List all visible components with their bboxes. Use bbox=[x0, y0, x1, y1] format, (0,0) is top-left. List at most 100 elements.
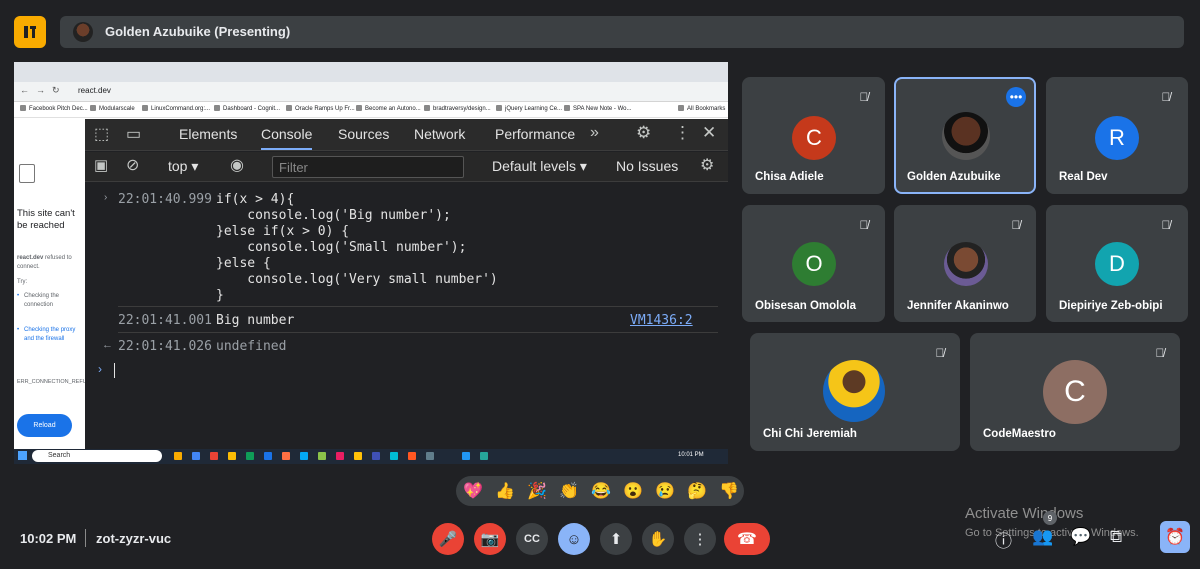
participant-name: Diepiriye Zeb-obipi bbox=[1059, 300, 1163, 312]
reaction-thumbs-up[interactable]: 👍 bbox=[495, 481, 515, 501]
captions-button[interactable]: CC bbox=[516, 523, 548, 555]
inspect-icon[interactable]: ⬚ bbox=[94, 124, 109, 144]
participant-name: Golden Azubuike bbox=[907, 171, 1001, 183]
reaction-surprised[interactable]: 😮 bbox=[623, 481, 643, 501]
participant-name: Chisa Adiele bbox=[755, 171, 824, 183]
issues-button[interactable]: No Issues bbox=[616, 158, 678, 174]
tab-network[interactable]: Network bbox=[414, 126, 465, 142]
bookmark-item: All Bookmarks bbox=[678, 105, 725, 112]
console-divider bbox=[118, 332, 718, 333]
meeting-code: zot-zyzr-vuc bbox=[96, 531, 172, 546]
tab-console[interactable]: Console bbox=[261, 126, 313, 150]
eye-icon[interactable]: ◉ bbox=[230, 155, 244, 175]
context-select[interactable]: top ▾ bbox=[168, 158, 198, 175]
participant-name: Real Dev bbox=[1059, 171, 1108, 183]
taskbar-app-icon bbox=[318, 452, 326, 460]
error-title: This site can't be reached bbox=[17, 208, 75, 231]
more-options-button[interactable]: ⋮ bbox=[684, 523, 716, 555]
activities-icon[interactable]: ⧉ bbox=[1110, 527, 1122, 547]
bookmark-item: Facebook Pitch Dec... bbox=[20, 105, 88, 112]
taskbar-clock: 10:01 PM bbox=[678, 452, 704, 458]
reaction-clapping[interactable]: 👏 bbox=[559, 481, 579, 501]
host-controls-icon[interactable]: ⏰ bbox=[1160, 521, 1190, 553]
taskbar-app-icon bbox=[336, 452, 344, 460]
console-settings-icon[interactable]: ⚙ bbox=[700, 155, 714, 175]
avatar bbox=[942, 112, 990, 160]
error-suggestion: Checking the connection bbox=[17, 292, 80, 309]
reaction-thinking[interactable]: 🤔 bbox=[687, 481, 707, 501]
avatar bbox=[944, 242, 988, 286]
code-line: }else { bbox=[216, 256, 271, 271]
participant-name: CodeMaestro bbox=[983, 428, 1056, 440]
tab-elements[interactable]: Elements bbox=[179, 126, 237, 142]
taskbar-app-icon bbox=[300, 452, 308, 460]
taskbar-app-icon bbox=[372, 452, 380, 460]
taskbar-app-icon bbox=[426, 452, 434, 460]
device-toolbar-icon[interactable]: ▭ bbox=[126, 124, 141, 144]
code-line: console.log('Very small number') bbox=[216, 272, 498, 287]
reactions-button[interactable]: ☺ bbox=[558, 523, 590, 555]
gear-icon[interactable]: ⚙ bbox=[636, 123, 651, 143]
tab-sources[interactable]: Sources bbox=[338, 126, 389, 142]
bookmark-item: jQuery Learning Ce... bbox=[496, 105, 562, 112]
console-timestamp: 22:01:41.001 bbox=[118, 313, 212, 328]
console-timestamp: 22:01:41.026 bbox=[118, 339, 212, 354]
avatar bbox=[823, 360, 885, 422]
kebab-menu-icon[interactable]: ⋮ bbox=[674, 123, 691, 143]
people-count-badge: 9 bbox=[1043, 511, 1057, 525]
taskbar-app-icon bbox=[282, 452, 290, 460]
log-levels-value: Default levels bbox=[492, 158, 577, 174]
windows-start-icon bbox=[18, 451, 27, 460]
mic-off-icon: 🎙̸ bbox=[1161, 90, 1171, 104]
reaction-thumbs-down[interactable]: 👎 bbox=[719, 481, 739, 501]
reaction-laughing[interactable]: 😂 bbox=[591, 481, 611, 501]
meet-logo-icon bbox=[14, 16, 46, 48]
more-options-icon[interactable]: ••• bbox=[1006, 87, 1026, 107]
tab-performance[interactable]: Performance bbox=[495, 126, 575, 142]
code-line: if(x > 4){ bbox=[216, 192, 295, 207]
taskbar-app-icon bbox=[408, 452, 416, 460]
participant-name: Chi Chi Jeremiah bbox=[763, 428, 857, 440]
reaction-crying[interactable]: 😢 bbox=[655, 481, 675, 501]
avatar: R bbox=[1095, 116, 1139, 160]
taskbar-app-icon bbox=[174, 452, 182, 460]
reaction-party-popper[interactable]: 🎉 bbox=[527, 481, 547, 501]
avatar: O bbox=[792, 242, 836, 286]
people-icon[interactable]: 👥 bbox=[1032, 527, 1053, 547]
taskbar-app-icon bbox=[480, 452, 488, 460]
close-icon[interactable]: ✕ bbox=[702, 123, 716, 143]
avatar: D bbox=[1095, 242, 1139, 286]
more-tabs-icon[interactable]: » bbox=[590, 124, 599, 142]
camera-toggle-button[interactable]: 📷 bbox=[474, 523, 506, 555]
presenter-name: Golden Azubuike (Presenting) bbox=[105, 24, 291, 39]
raise-hand-button[interactable]: ✋ bbox=[642, 523, 674, 555]
mic-off-icon: 🎙̸ bbox=[935, 346, 945, 360]
filter-input[interactable]: Filter bbox=[272, 156, 464, 178]
bookmark-item: LinuxCommand.org:... bbox=[142, 105, 210, 112]
clear-console-icon[interactable]: ⊘ bbox=[126, 155, 139, 175]
return-value: undefined bbox=[216, 339, 287, 354]
mic-off-icon: 🎙̸ bbox=[1011, 218, 1021, 232]
browser-url: react.dev bbox=[78, 86, 111, 95]
reaction-sparkling-heart[interactable]: 💖 bbox=[463, 481, 483, 501]
error-suggestion-link[interactable]: Checking the proxy and the firewall bbox=[17, 326, 80, 343]
taskbar-app-icon bbox=[264, 452, 272, 460]
leave-call-button[interactable]: ☎ bbox=[724, 523, 770, 555]
participant-name: Obisesan Omololа bbox=[755, 300, 856, 312]
reload-button[interactable]: Reload bbox=[17, 414, 72, 437]
present-screen-button[interactable]: ⬆ bbox=[600, 523, 632, 555]
meeting-info-icon[interactable]: ⓘ bbox=[995, 527, 1012, 552]
bookmark-item: Become an Autono... bbox=[356, 105, 421, 112]
sidebar-toggle-icon[interactable]: ▣ bbox=[94, 156, 108, 174]
error-code: ERR_CONNECTION_REFUSED bbox=[17, 379, 98, 385]
error-try: Try: bbox=[17, 279, 28, 285]
avatar: C bbox=[792, 116, 836, 160]
source-link[interactable]: VM1436:2 bbox=[630, 313, 693, 329]
log-levels-select[interactable]: Default levels ▾ bbox=[492, 158, 587, 175]
mic-toggle-button[interactable]: 🎤 bbox=[432, 523, 464, 555]
expand-arrow-icon: › bbox=[104, 192, 108, 203]
chat-icon[interactable]: 💬 bbox=[1070, 527, 1091, 547]
taskbar-search: Search bbox=[32, 450, 162, 462]
console-input[interactable] bbox=[114, 363, 115, 378]
taskbar-app-icon bbox=[210, 452, 218, 460]
